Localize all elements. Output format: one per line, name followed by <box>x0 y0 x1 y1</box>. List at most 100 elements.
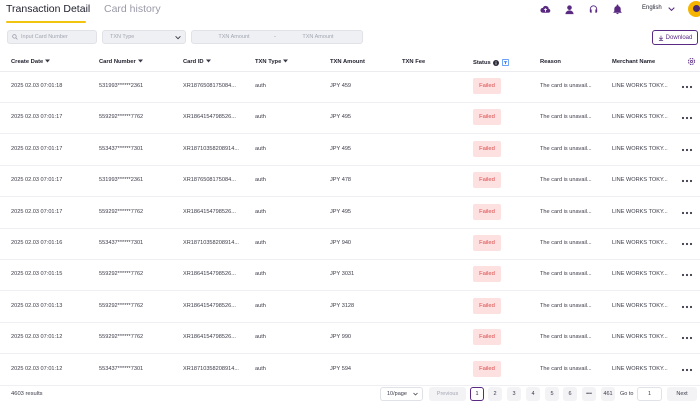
reason-cell: The card is unavail... <box>540 208 592 215</box>
column-txn-type[interactable]: TXN Type <box>255 59 289 65</box>
card-number-cell: 553437******7301 <box>99 240 144 246</box>
txn-type-cell: auth <box>255 114 266 121</box>
more-dots-icon[interactable] <box>681 210 693 216</box>
status-badge: Failed <box>473 78 501 94</box>
table-row[interactable]: 2025 02.03 07:01:12 553437******7301 XR187… <box>0 355 700 386</box>
bell-icon[interactable] <box>610 2 624 16</box>
chevron-down-icon <box>137 59 143 63</box>
more-dots-icon[interactable] <box>681 115 693 121</box>
create-date-cell: 2025 02.03 07:01:17 <box>11 208 63 215</box>
table-row[interactable]: 2025 02.03 07:01:16 553437******7301 XR187… <box>0 229 700 260</box>
table-row[interactable]: 2025 02.03 07:01:17 553437******7301 XR187… <box>0 135 700 166</box>
txn-amount-cell: JPY 3031 <box>330 271 355 278</box>
card-number-input[interactable] <box>21 31 95 43</box>
merchant-name-cell: LINE WORKS TOKY... <box>612 145 668 152</box>
merchant-name-cell: LINE WORKS TOKY... <box>612 177 668 184</box>
card-id-cell: XR1864154798526... <box>183 271 236 278</box>
column-txn-amount: TXN Amount <box>330 59 365 65</box>
column-card-id[interactable]: Card ID <box>183 59 211 65</box>
user-icon[interactable] <box>562 2 576 16</box>
upload-cloud-icon[interactable] <box>538 2 552 16</box>
txn-amount-from-input[interactable] <box>204 31 264 43</box>
table-row[interactable]: 2025 02.03 07:01:17 531993******2361 XR187… <box>0 166 700 198</box>
column-card-id-label: Card ID <box>183 59 204 65</box>
table-row[interactable]: 2025 02.03 07:01:13 559292******7762 XR186… <box>0 292 700 323</box>
create-date-cell: 2025 02.03 07:01:17 <box>11 145 63 152</box>
card-number-cell: 559292******7762 <box>99 271 144 278</box>
page-button[interactable]: 3 <box>507 387 521 401</box>
table-row[interactable]: 2025 02.03 07:01:15 559292******7762 XR186… <box>0 260 700 292</box>
card-id-cell: XR1876508175084... <box>183 83 236 89</box>
card-number-cell: 553437******7301 <box>99 145 144 152</box>
txn-type-cell: auth <box>255 271 266 278</box>
page-size-value: 10/page <box>387 391 407 397</box>
reason-cell: The card is unavail... <box>540 240 592 246</box>
column-txn-fee: TXN Fee <box>402 59 426 65</box>
page-button[interactable]: 1 <box>470 387 484 401</box>
results-count: 4603 results <box>11 391 43 397</box>
avatar[interactable] <box>688 1 700 17</box>
pagination-bar: 4603 results 10/page Previous 1 2 3 4 5 6 ••• 4… <box>0 386 700 402</box>
txn-type-select[interactable]: TXN Type <box>102 30 186 44</box>
page-button[interactable]: 5 <box>545 387 559 401</box>
page-button[interactable]: 4 <box>526 387 540 401</box>
status-badge: Failed <box>473 297 501 314</box>
merchant-name-cell: LINE WORKS TOKY... <box>612 208 668 215</box>
more-dots-icon[interactable] <box>681 178 693 184</box>
create-date-cell: 2025 02.03 07:01:17 <box>11 114 63 121</box>
chevron-down-icon[interactable] <box>668 6 675 12</box>
goto-label: Go to <box>620 391 634 397</box>
create-date-cell: 2025 02.03 07:01:13 <box>11 302 63 309</box>
column-create-date[interactable]: Create Date <box>11 59 51 65</box>
headset-icon[interactable] <box>586 2 600 16</box>
txn-amount-to-input[interactable] <box>288 31 348 43</box>
tab-card-history[interactable]: Card history <box>104 3 161 15</box>
card-number-filter <box>7 30 97 44</box>
column-card-number[interactable]: Card Number <box>99 59 143 65</box>
goto-page-input[interactable] <box>637 387 662 401</box>
page-button[interactable]: 2 <box>488 387 502 401</box>
more-dots-icon[interactable] <box>681 147 693 153</box>
table-row[interactable]: 2025 02.03 07:01:17 559292******7762 XR186… <box>0 103 700 135</box>
more-dots-icon[interactable] <box>681 367 693 373</box>
table-row[interactable]: 2025 02.03 07:01:17 559292******7762 XR186… <box>0 198 700 229</box>
table-row[interactable]: 2025 02.03 07:01:12 559292******7762 XR186… <box>0 323 700 355</box>
download-button[interactable]: Download <box>652 30 698 45</box>
page-size-select[interactable]: 10/page <box>380 387 423 401</box>
gear-icon[interactable] <box>687 57 696 66</box>
txn-type-cell: auth <box>255 240 266 246</box>
txn-amount-cell: JPY 940 <box>330 240 352 246</box>
txn-type-cell: auth <box>255 177 266 184</box>
tab-transaction-detail[interactable]: Transaction Detail <box>6 3 90 15</box>
card-number-cell: 553437******7301 <box>99 365 144 372</box>
page-button[interactable]: 461 <box>601 387 615 401</box>
next-page-button[interactable]: Next <box>667 387 697 401</box>
page-ellipsis[interactable]: ••• <box>582 387 596 401</box>
table-row[interactable]: 2025 02.03 07:01:18 531993******2361 XR187… <box>0 72 700 103</box>
create-date-cell: 2025 02.03 07:01:16 <box>11 240 63 246</box>
more-dots-icon[interactable] <box>681 272 693 278</box>
merchant-name-cell: LINE WORKS TOKY... <box>612 240 668 246</box>
column-status-label: Status <box>473 60 491 67</box>
card-number-cell: 559292******7762 <box>99 334 144 341</box>
previous-page-button[interactable]: Previous <box>429 387 466 401</box>
filter-icon[interactable] <box>501 59 509 66</box>
table-header: Create Date Card Number Card ID TXN Type… <box>0 52 700 72</box>
more-dots-icon[interactable] <box>681 241 693 247</box>
more-dots-icon[interactable] <box>681 304 693 310</box>
page-button[interactable]: 6 <box>563 387 577 401</box>
txn-amount-cell: JPY 495 <box>330 114 352 121</box>
amount-range-separator: - <box>274 34 276 40</box>
create-date-cell: 2025 02.03 07:01:12 <box>11 365 63 372</box>
reason-cell: The card is unavail... <box>540 177 592 184</box>
more-dots-icon[interactable] <box>681 84 693 90</box>
reason-cell: The card is unavail... <box>540 145 592 152</box>
reason-cell: The card is unavail... <box>540 114 592 121</box>
txn-type-cell: auth <box>255 83 266 89</box>
info-icon[interactable] <box>492 59 499 66</box>
status-badge: Failed <box>473 235 501 251</box>
language-selector[interactable]: English <box>642 5 662 11</box>
txn-amount-cell: JPY 990 <box>330 334 352 341</box>
more-dots-icon[interactable] <box>681 335 693 341</box>
card-number-cell: 559292******7762 <box>99 208 144 215</box>
